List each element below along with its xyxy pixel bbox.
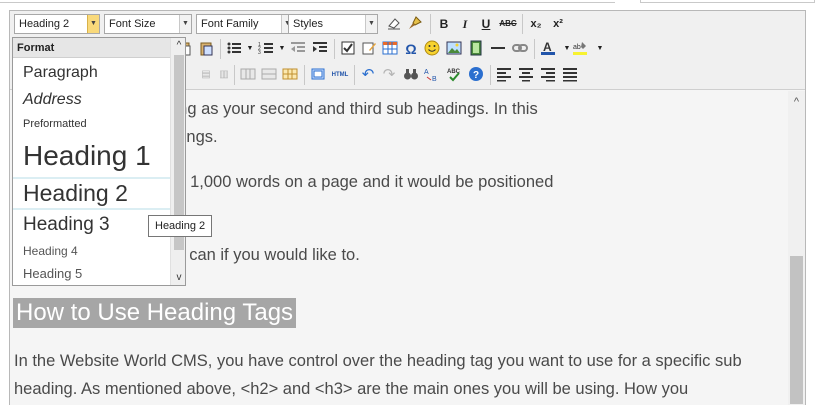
highlight-color-icon[interactable]: ab <box>570 39 590 59</box>
align-right-icon[interactable] <box>538 65 558 85</box>
selected-heading: How to Use Heading Tags <box>13 298 297 328</box>
toolbar-separator <box>430 14 431 34</box>
svg-text:A: A <box>424 69 429 76</box>
toolbar-separator <box>234 65 235 85</box>
link-icon[interactable] <box>510 39 530 59</box>
svg-text:A: A <box>543 40 552 54</box>
chevron-down-icon[interactable]: v <box>171 272 185 284</box>
brush-icon[interactable] <box>405 14 425 34</box>
table-merge-icon[interactable] <box>259 65 279 85</box>
format-option-heading-3[interactable]: Heading 3 <box>23 213 110 237</box>
format-select[interactable]: Heading 2 ▼ <box>14 14 100 34</box>
format-option-paragraph[interactable]: Paragraph <box>23 62 98 84</box>
align-center-icon[interactable] <box>516 65 536 85</box>
top-border-strip <box>0 0 615 3</box>
toolbar-separator <box>354 65 355 85</box>
indent-icon[interactable] <box>310 39 330 59</box>
toolbar-separator <box>334 39 335 59</box>
toolbar-separator <box>490 65 491 85</box>
table-cell-icon[interactable] <box>238 65 258 85</box>
omega-icon[interactable]: Ω <box>401 39 421 59</box>
chevron-down-icon[interactable]: ▼ <box>365 15 377 33</box>
align-justify-icon[interactable] <box>560 65 580 85</box>
styles-select-value: Styles <box>293 18 323 30</box>
format-option-heading-1[interactable]: Heading 1 <box>23 138 151 174</box>
font-size-select[interactable]: Font Size ▼ <box>104 14 192 34</box>
toolbar-separator <box>534 39 535 59</box>
insert-row-icon[interactable]: ▤ <box>196 65 216 85</box>
format-dropdown-header: Format <box>13 38 170 58</box>
svg-text:ab: ab <box>573 44 581 51</box>
image-icon[interactable] <box>444 39 464 59</box>
format-option-preformatted[interactable]: Preformatted <box>23 117 87 131</box>
scroll-up-icon[interactable]: ^ <box>788 95 805 109</box>
format-option-heading-4[interactable]: Heading 4 <box>23 243 78 259</box>
media-icon[interactable] <box>466 39 486 59</box>
toolbar-separator <box>522 14 523 34</box>
svg-text:3: 3 <box>258 50 261 56</box>
font-family-select-value: Font Family <box>201 18 259 30</box>
underline-button[interactable]: U <box>476 14 496 34</box>
checkbox-icon[interactable] <box>338 39 358 59</box>
chevron-up-icon[interactable]: ^ <box>171 40 185 52</box>
table-grid-icon[interactable] <box>280 65 300 85</box>
horizontal-rule-icon[interactable] <box>488 39 508 59</box>
format-dropdown: Format Paragraph Address Preformatted He… <box>12 37 186 286</box>
font-family-select[interactable]: Font Family ▼ <box>196 14 294 34</box>
italic-button[interactable]: I <box>455 14 475 34</box>
toolbar-separator <box>220 39 221 59</box>
svg-text:B: B <box>432 76 437 82</box>
smiley-icon[interactable] <box>422 39 442 59</box>
paste-word-icon[interactable] <box>196 39 216 59</box>
format-option-heading-2[interactable]: Heading 2 <box>13 177 170 210</box>
format-option-address[interactable]: Address <box>23 89 82 111</box>
toolbar-separator <box>304 65 305 85</box>
format-option-heading-5[interactable]: Heading 5 <box>23 265 82 283</box>
chevron-down-icon[interactable]: ▼ <box>87 15 99 33</box>
edit-form-icon[interactable] <box>359 39 379 59</box>
font-size-select-value: Font Size <box>109 18 156 30</box>
align-left-icon[interactable] <box>494 65 514 85</box>
chevron-down-icon[interactable]: ▼ <box>590 39 610 59</box>
replace-icon[interactable]: AB <box>422 65 442 85</box>
help-icon[interactable]: ? <box>466 65 486 85</box>
format-select-value: Heading 2 <box>19 18 70 30</box>
find-icon[interactable] <box>401 65 421 85</box>
styles-select[interactable]: Styles ▼ <box>288 14 378 34</box>
content-scrollbar[interactable]: ^ <box>788 91 805 405</box>
paragraph-4-line-2: heading. As mentioned above, <h2> and <h… <box>14 380 689 398</box>
spellcheck-icon[interactable]: ABC <box>444 65 464 85</box>
undo-icon[interactable]: ↶ <box>358 65 378 85</box>
svg-text:?: ? <box>473 70 479 81</box>
paragraph-4-line-1: In the Website World CMS, you have contr… <box>14 352 742 370</box>
chevron-down-icon[interactable]: ▼ <box>179 15 191 33</box>
outdent-icon[interactable] <box>288 39 308 59</box>
tooltip: Heading 2 <box>148 215 213 237</box>
html-source-icon[interactable]: HTML <box>330 65 350 85</box>
strikethrough-button[interactable]: ABC <box>498 14 518 34</box>
format-dropdown-list: Paragraph Address Preformatted Heading 1… <box>13 59 170 285</box>
format-dropdown-scrollbar[interactable]: ^ v <box>170 38 185 285</box>
scrollbar-thumb[interactable] <box>790 256 803 404</box>
redo-icon[interactable]: ↷ <box>379 65 399 85</box>
table-icon[interactable] <box>380 39 400 59</box>
bold-button[interactable]: B <box>434 14 454 34</box>
subscript-button[interactable]: x₂ <box>526 14 546 34</box>
fullscreen-icon[interactable] <box>308 65 328 85</box>
text-color-icon[interactable]: A <box>538 39 558 59</box>
superscript-button[interactable]: x² <box>548 14 568 34</box>
top-right-input-edge <box>640 0 815 3</box>
eraser-icon[interactable] <box>384 14 404 34</box>
delete-row-icon[interactable]: ▥ <box>214 65 234 85</box>
